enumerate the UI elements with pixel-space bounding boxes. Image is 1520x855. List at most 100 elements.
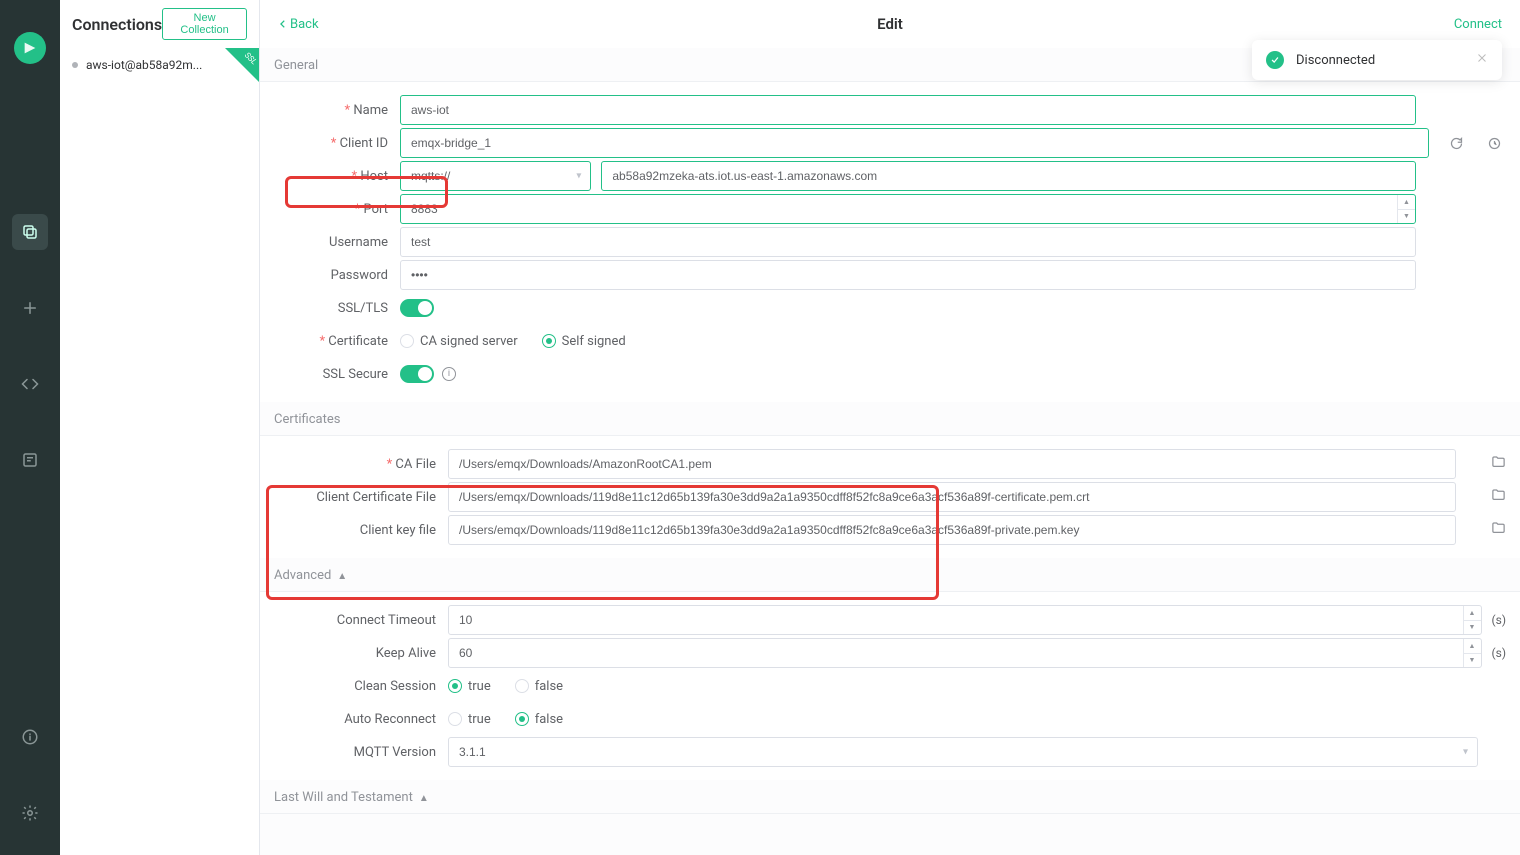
radio-true-label: true (468, 679, 491, 694)
radio-false-label: false (535, 712, 563, 727)
ssl-badge (225, 48, 259, 82)
toast-close-button[interactable] (1476, 52, 1488, 68)
radio-ca-signed[interactable]: CA signed server (400, 334, 518, 349)
check-icon (1266, 51, 1284, 69)
connection-item[interactable]: aws-iot@ab58a92m... SSL (60, 48, 259, 82)
unit-seconds: (s) (1492, 646, 1506, 660)
label-sslsecure: SSL Secure (274, 367, 400, 382)
regenerate-clientid-button[interactable] (1445, 131, 1467, 155)
radio-ca-signed-label: CA signed server (420, 334, 518, 349)
code-icon (21, 375, 39, 393)
folder-icon (1491, 521, 1506, 536)
page-title: Edit (877, 15, 903, 33)
logo-icon (22, 40, 38, 56)
label-clientkey: Client key file (274, 523, 448, 538)
keepalive-input[interactable] (448, 638, 1482, 668)
status-dot (72, 62, 78, 68)
nav-log[interactable] (12, 442, 48, 478)
browse-cafile-button[interactable] (1491, 455, 1506, 474)
radio-false-label: false (535, 679, 563, 694)
nav-scripts[interactable] (12, 366, 48, 402)
port-input[interactable] (400, 194, 1416, 224)
radio-self-signed[interactable]: Self signed (542, 334, 626, 349)
disconnected-toast: Disconnected (1252, 40, 1502, 80)
label-clientcert: Client Certificate File (274, 490, 448, 505)
mqttversion-select[interactable] (448, 737, 1478, 767)
caret-up-icon: ▲ (337, 571, 347, 582)
nav-info[interactable] (12, 719, 48, 755)
back-button[interactable]: Back (278, 17, 319, 32)
form-content: General Name Client ID Host (260, 48, 1520, 855)
clientkey-input[interactable] (448, 515, 1456, 545)
chevron-left-icon (278, 19, 288, 29)
label-port: Port (274, 202, 400, 217)
username-input[interactable] (400, 227, 1416, 257)
plus-icon (21, 299, 39, 317)
radio-true-label: true (468, 712, 491, 727)
nav-connections[interactable] (12, 214, 48, 250)
gear-icon (21, 804, 39, 822)
connect-button[interactable]: Connect (1454, 17, 1502, 32)
label-username: Username (274, 235, 400, 250)
label-mqttversion: MQTT Version (274, 745, 448, 760)
host-scheme-select[interactable] (400, 161, 591, 191)
history-clientid-button[interactable] (1484, 131, 1506, 155)
sslsecure-toggle[interactable] (400, 365, 434, 383)
cafile-input[interactable] (448, 449, 1456, 479)
label-cafile: CA File (274, 457, 448, 472)
app-logo (14, 32, 46, 64)
nav-new[interactable] (12, 290, 48, 326)
name-input[interactable] (400, 95, 1416, 125)
log-icon (21, 451, 39, 469)
radio-reconnect-true[interactable]: true (448, 712, 491, 727)
radio-reconnect-false[interactable]: false (515, 712, 563, 727)
label-keepalive: Keep Alive (274, 646, 448, 661)
lwt-heading-label: Last Will and Testament (274, 790, 413, 805)
section-lwt[interactable]: Last Will and Testament ▲ (260, 780, 1520, 814)
sidebar-title: Connections (72, 15, 162, 34)
timeout-input[interactable] (448, 605, 1482, 635)
label-reconnect: Auto Reconnect (274, 712, 448, 727)
info-icon (21, 728, 39, 746)
browse-clientkey-button[interactable] (1491, 521, 1506, 540)
label-cleansession: Clean Session (274, 679, 448, 694)
back-label: Back (290, 17, 319, 32)
port-stepper[interactable]: ▲▼ (1397, 195, 1415, 223)
folder-icon (1491, 488, 1506, 503)
nav-settings[interactable] (12, 795, 48, 831)
label-ssl: SSL/TLS (274, 301, 400, 316)
radio-clean-false[interactable]: false (515, 679, 563, 694)
copy-icon (21, 223, 39, 241)
browse-clientcert-button[interactable] (1491, 488, 1506, 507)
clock-icon (1487, 136, 1502, 151)
icon-rail (0, 0, 60, 855)
folder-icon (1491, 455, 1506, 470)
label-password: Password (274, 268, 400, 283)
section-certificates: Certificates (260, 402, 1520, 436)
label-clientid: Client ID (274, 136, 400, 151)
new-collection-button[interactable]: New Collection (162, 8, 247, 40)
radio-clean-true[interactable]: true (448, 679, 491, 694)
connection-label: aws-iot@ab58a92m... (86, 58, 202, 72)
connections-sidebar: Connections New Collection aws-iot@ab58a… (60, 0, 260, 855)
caret-up-icon: ▲ (419, 793, 429, 804)
toast-text: Disconnected (1296, 53, 1375, 68)
label-host: Host (274, 169, 400, 184)
keepalive-stepper[interactable]: ▲▼ (1463, 639, 1481, 667)
clientid-input[interactable] (400, 128, 1429, 158)
ssl-toggle[interactable] (400, 299, 434, 317)
host-input[interactable] (601, 161, 1416, 191)
section-advanced[interactable]: Advanced ▲ (260, 558, 1520, 592)
timeout-stepper[interactable]: ▲▼ (1463, 606, 1481, 634)
label-name: Name (274, 103, 400, 118)
advanced-heading-label: Advanced (274, 568, 331, 583)
refresh-icon (1449, 136, 1464, 151)
clientcert-input[interactable] (448, 482, 1456, 512)
unit-seconds: (s) (1492, 613, 1506, 627)
close-icon (1476, 52, 1488, 64)
password-input[interactable] (400, 260, 1416, 290)
label-timeout: Connect Timeout (274, 613, 448, 628)
help-icon[interactable]: i (442, 367, 456, 381)
label-certificate: Certificate (274, 334, 400, 349)
radio-self-signed-label: Self signed (562, 334, 626, 349)
